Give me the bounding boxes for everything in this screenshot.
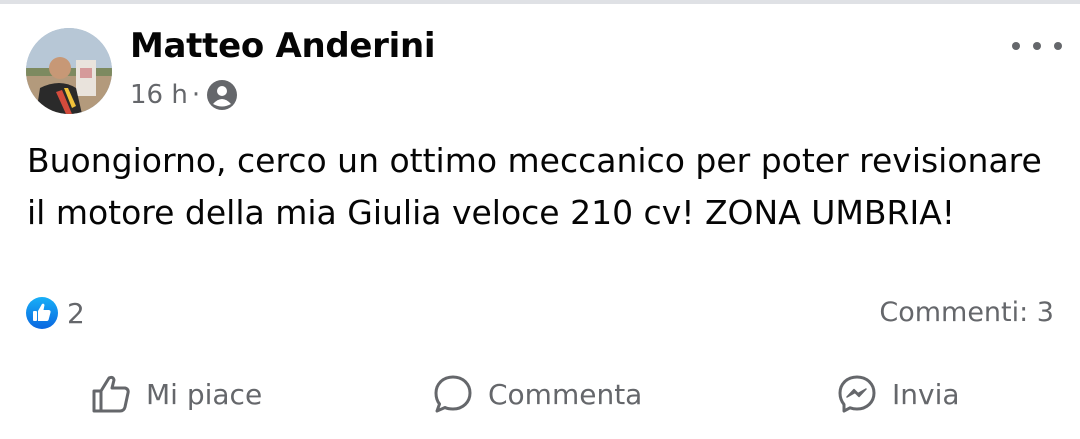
like-label: Mi piace xyxy=(146,377,263,411)
more-options-icon[interactable] xyxy=(1012,30,1062,62)
meta-separator: · xyxy=(191,80,201,110)
send-button[interactable]: Invia xyxy=(836,370,960,418)
reaction-summary[interactable]: 2 xyxy=(25,296,85,330)
messenger-icon xyxy=(838,375,876,413)
more-dot xyxy=(1054,42,1062,50)
like-button[interactable]: Mi piace xyxy=(90,370,262,418)
avatar[interactable] xyxy=(26,28,112,114)
post-timestamp[interactable]: 16 h xyxy=(130,80,188,110)
post-meta: 16 h · xyxy=(130,78,238,112)
author-name[interactable]: Matteo Anderini xyxy=(130,26,436,66)
send-label: Invia xyxy=(892,377,960,411)
thumbs-up-icon xyxy=(92,375,130,413)
more-dot xyxy=(1012,42,1020,50)
comments-count[interactable]: Commenti: 3 xyxy=(879,296,1054,330)
reaction-count: 2 xyxy=(67,296,85,330)
comment-button[interactable]: Commenta xyxy=(432,370,642,418)
more-dot xyxy=(1033,42,1041,50)
post-text: Buongiorno, cerco un ottimo meccanico pe… xyxy=(27,141,1042,232)
comment-bubble-icon xyxy=(434,375,472,413)
comment-label: Commenta xyxy=(488,377,643,411)
top-divider xyxy=(0,0,1080,4)
like-reaction-icon xyxy=(26,297,58,329)
friends-audience-icon xyxy=(206,79,238,111)
